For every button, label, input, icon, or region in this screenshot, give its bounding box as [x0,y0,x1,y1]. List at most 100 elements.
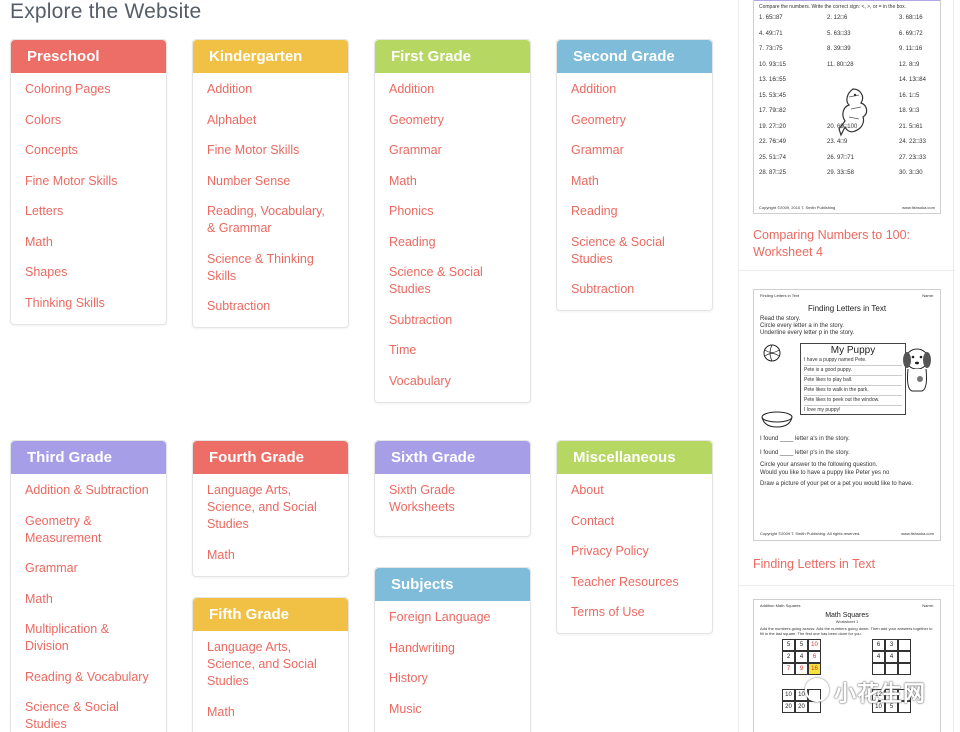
comparison-problem: 22. 76□49 [759,139,786,145]
link-list: Sixth Grade Worksheets [375,474,530,536]
card-link[interactable]: Contact [571,513,698,530]
card-link[interactable]: Terms of Use [571,604,698,621]
puppy-icon [903,348,931,392]
comparison-problem: 9. 11□16 [899,46,923,52]
card-link[interactable]: Addition [571,81,698,98]
card-link[interactable]: Science & Social Studies [25,699,152,732]
card-title[interactable]: Second Grade [557,40,712,73]
card-link[interactable]: Addition [207,81,334,98]
card-link[interactable]: Reading [571,203,698,220]
comparison-problem: 13. 16□55 [759,77,786,83]
comparison-problem: 26. 97□71 [827,154,854,161]
card-link[interactable]: Grammar [389,142,516,159]
card-link[interactable]: Handwriting [389,640,516,657]
card-title[interactable]: Kindergarten [193,40,348,73]
card-second-grade: Second Grade Addition Geometry Grammar M… [556,39,713,311]
worksheet-thumbnail-comparing-numbers[interactable]: Compare the numbers. Write the correct s… [753,0,941,214]
card-title[interactable]: Third Grade [11,441,166,474]
card-link[interactable]: Subtraction [389,312,516,329]
card-link[interactable]: Addition [389,81,516,98]
comparison-problem: 19. 27□20 [759,123,786,130]
card-link[interactable]: Number Sense [207,173,334,190]
card-link[interactable]: Math [207,547,334,564]
card-first-grade: First Grade Addition Geometry Grammar Ma… [374,39,531,403]
card-link[interactable]: Thinking Skills [25,295,152,312]
card-title[interactable]: Fourth Grade [193,441,348,474]
worksheet-header: Addition Math Squares [760,603,801,608]
card-link[interactable]: Phonics [389,203,516,220]
math-square-cell: 4 [885,651,898,663]
link-list: Language Arts, Science, and Social Studi… [193,631,348,732]
card-fourth-grade: Fourth Grade Language Arts, Science, and… [192,440,349,577]
card-link[interactable]: History [389,670,516,687]
card-link[interactable]: Shapes [25,264,152,281]
card-link[interactable]: Reading [389,234,516,251]
card-link[interactable]: Math [389,173,516,190]
comparison-problem: 29. 33□58 [827,170,854,176]
card-link[interactable]: Grammar [25,560,152,577]
worksheet-link[interactable]: Comparing Numbers to 100: Worksheet 4 [753,227,943,261]
card-link[interactable]: Concepts [25,142,152,159]
card-link[interactable]: Addition & Subtraction [25,482,152,499]
card-link[interactable]: Science & Thinking Skills [207,251,334,285]
comparison-problem: 16. 1□5 [899,92,920,99]
worksheet-instruction: Add the numbers going across. Add the nu… [760,626,933,636]
comparison-problem: 23. 4□9 [827,139,848,145]
comparison-problem: 10. 93□15 [759,61,786,68]
card-link[interactable]: Math [25,234,152,251]
card-link[interactable]: Math [207,704,334,721]
story-lines: I have a puppy named Pete. Pete is a goo… [804,356,902,415]
comparison-problem: 30. 3□30 [899,170,923,176]
card-link[interactable]: Geometry & Measurement [25,513,152,547]
card-link[interactable]: Alphabet [207,112,334,129]
math-square-cell [898,639,911,651]
card-title[interactable]: Miscellaneous [557,441,712,474]
card-title[interactable]: Fifth Grade [193,598,348,631]
worksheet-instruction: Compare the numbers. Write the correct s… [759,4,907,10]
math-square-cell: 16 [808,663,821,675]
card-link[interactable]: Subtraction [207,298,334,315]
card-title[interactable]: Preschool [11,40,166,73]
card-link[interactable]: Foreign Language [389,609,516,626]
worksheet-link[interactable]: Finding Letters in Text [753,556,943,573]
card-link[interactable]: Grammar [571,142,698,159]
worksheet-thumbnail-math-squares[interactable]: Addition Math Squares Name: Math Squares… [753,599,941,732]
comparison-problem: 25. 51□74 [759,154,786,161]
card-link[interactable]: Fine Motor Skills [207,142,334,159]
card-title[interactable]: Subjects [375,568,530,601]
card-title[interactable]: First Grade [375,40,530,73]
card-subjects: Subjects Foreign Language Handwriting Hi… [374,567,531,732]
card-link[interactable]: Geometry [571,112,698,129]
card-link[interactable]: Music [389,701,516,718]
card-link[interactable]: Coloring Pages [25,81,152,98]
card-link[interactable]: Language Arts, Science, and Social Studi… [207,639,334,690]
card-link[interactable]: Reading & Vocabulary [25,669,152,686]
card-link[interactable]: Letters [25,203,152,220]
worksheet-thumbnail-finding-letters[interactable]: Finding Letters in Text Name: Finding Le… [753,289,941,541]
math-square-cell: 4 [872,651,885,663]
card-link[interactable]: Math [571,173,698,190]
card-link[interactable]: Geometry [389,112,516,129]
card-link[interactable]: Reading, Vocabulary, & Grammar [207,203,334,237]
worksheet-top-bar [754,0,940,1]
card-link[interactable]: Science & Social Studies [571,234,698,268]
card-title[interactable]: Sixth Grade [375,441,530,474]
card-link[interactable]: Math [25,591,152,608]
divider [739,585,955,586]
card-link[interactable]: Language Arts, Science, and Social Studi… [207,482,334,533]
card-link[interactable]: Privacy Policy [571,543,698,560]
watermark: 小花生网 [834,681,927,706]
card-link[interactable]: Vocabulary [389,373,516,390]
card-link[interactable]: Science & Social Studies [389,264,516,298]
worksheet-name-field: Name: [922,603,934,608]
link-list: Addition Geometry Grammar Math Reading S… [557,73,712,310]
card-link[interactable]: Teacher Resources [571,574,698,591]
card-link[interactable]: About [571,482,698,499]
card-link[interactable]: Colors [25,112,152,129]
card-link[interactable]: Subtraction [571,281,698,298]
math-square-cell: 2 [782,651,795,663]
card-link[interactable]: Multiplication & Division [25,621,152,655]
card-link[interactable]: Time [389,342,516,359]
card-link[interactable]: Fine Motor Skills [25,173,152,190]
card-link[interactable]: Sixth Grade Worksheets [389,482,516,516]
